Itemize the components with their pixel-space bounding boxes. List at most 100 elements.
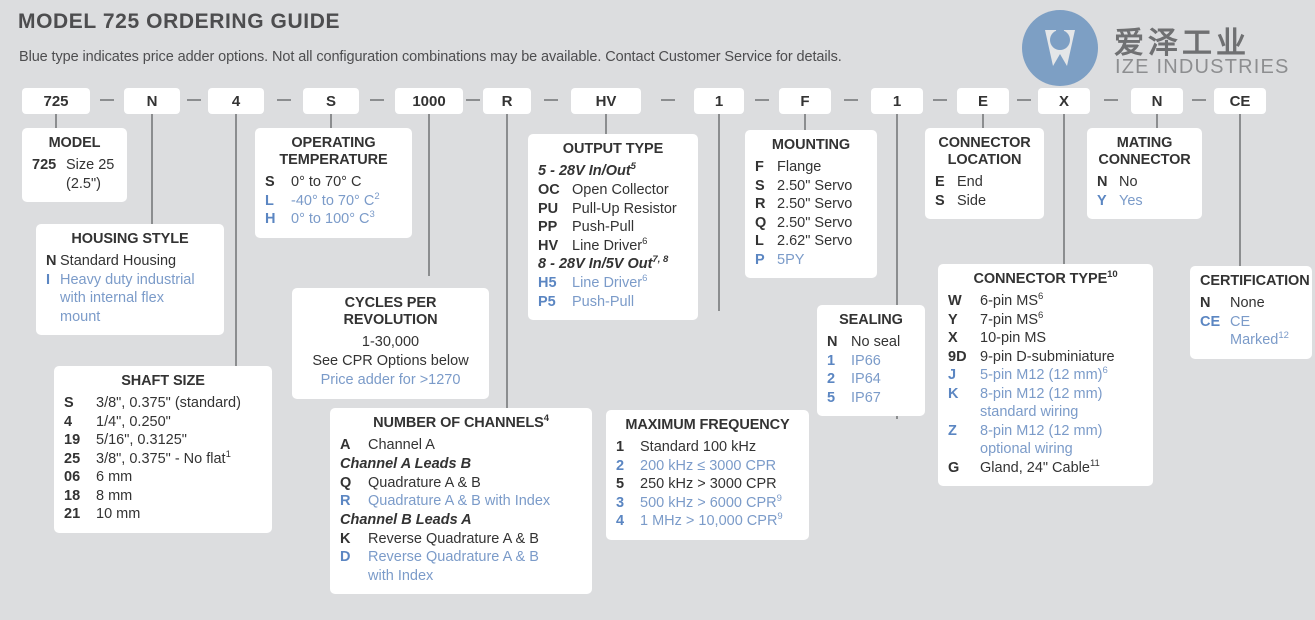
option-code: Y [948, 311, 958, 328]
option-row[interactable]: E End [935, 173, 1034, 192]
option-row[interactable]: 19 5/16", 0.3125" [64, 431, 262, 450]
option-row[interactable]: S 2.50" Servo [755, 177, 867, 196]
option-row[interactable]: Y 7-pin MS6 [948, 310, 1143, 330]
option-code: Z [948, 422, 957, 439]
part-code-hv[interactable]: HV [571, 88, 641, 114]
option-row[interactable]: S 3/8", 0.375" (standard) [64, 394, 262, 413]
option-label: Reverse Quadrature A & B [368, 549, 539, 565]
option-code: L [755, 233, 764, 249]
option-row[interactable]: PP Push-Pull [538, 218, 688, 237]
option-row[interactable]: N No [1097, 173, 1192, 192]
option-box-title: CONNECTOR LOCATION [938, 135, 1031, 168]
option-row[interactable]: P5 Push-Pull [538, 293, 688, 312]
option-row[interactable]: S 0° to 70° C [265, 173, 402, 192]
part-code-x[interactable]: X [1038, 88, 1090, 114]
option-row[interactable]: H 0° to 100° C3 [265, 210, 402, 229]
part-code-1[interactable]: 1 [694, 88, 744, 114]
part-code-separator [1191, 99, 1206, 101]
option-label: Standard 100 kHz [640, 439, 757, 455]
option-row[interactable]: R 2.50" Servo [755, 195, 867, 214]
option-row[interactable]: H5 Line Driver6 [538, 274, 688, 293]
option-row[interactable]: Q 2.50" Servo [755, 214, 867, 233]
part-code-n[interactable]: N [124, 88, 180, 114]
part-code-r[interactable]: R [483, 88, 531, 114]
part-code-f[interactable]: F [779, 88, 831, 114]
option-code: 1 [616, 439, 625, 455]
option-row[interactable]: CE CE Marked12 [1200, 313, 1302, 350]
option-code: 1 [827, 352, 836, 369]
logo-english-text: IZE INDUSTRIES [1115, 56, 1290, 78]
option-row[interactable]: 2 IP64 [827, 370, 915, 389]
option-row[interactable]: 4 1 MHz > 10,000 CPR9 [616, 512, 799, 531]
option-row[interactable]: N Standard Housing [46, 252, 214, 271]
option-row[interactable]: X 10-pin MS [948, 329, 1143, 348]
option-box-sealing: SEALING N No seal 1 IP66 2 IP64 5 IP67 [817, 305, 925, 416]
option-row[interactable]: D Reverse Quadrature A & B [340, 548, 582, 567]
option-row[interactable]: L 2.62" Servo [755, 232, 867, 251]
option-row[interactable]: Y Yes [1097, 192, 1192, 211]
option-row[interactable]: N None [1200, 294, 1302, 313]
option-row[interactable]: 725 Size 25 [32, 156, 117, 175]
option-row[interactable]: 2 200 kHz ≤ 3000 CPR [616, 457, 799, 476]
option-row[interactable]: OC Open Collector [538, 181, 688, 200]
option-row[interactable]: S Side [935, 192, 1034, 211]
option-box-title: SHAFT SIZE [121, 373, 205, 389]
option-row[interactable]: K 8-pin M12 (12 mm) [948, 385, 1143, 404]
option-row[interactable]: Q Quadrature A & B [340, 474, 582, 493]
option-row[interactable]: P 5PY [755, 251, 867, 270]
part-code-separator [933, 99, 947, 101]
option-row[interactable]: with Index [340, 567, 582, 586]
part-code-s[interactable]: S [303, 88, 359, 114]
option-row[interactable]: 5 250 kHz > 3000 CPR [616, 475, 799, 494]
option-box-certification: CERTIFICATION N None CE CE Marked12 [1190, 266, 1312, 359]
part-code-1000[interactable]: 1000 [395, 88, 463, 114]
option-row[interactable]: 21 10 mm [64, 505, 262, 524]
option-row[interactable]: with internal flex [46, 289, 214, 308]
option-box-mating-connector: MATING CONNECTOR N No Y Yes [1087, 128, 1202, 219]
option-row[interactable]: HV Line Driver6 [538, 236, 688, 256]
option-row[interactable]: K Reverse Quadrature A & B [340, 530, 582, 549]
option-row[interactable]: standard wiring [948, 403, 1143, 422]
option-code: J [948, 367, 957, 383]
option-code [340, 567, 368, 586]
option-label: 2.62" Servo [777, 233, 853, 249]
part-code-ce[interactable]: CE [1214, 88, 1266, 114]
option-row[interactable]: PU Pull-Up Resistor [538, 200, 688, 219]
option-row[interactable]: J 5-pin M12 (12 mm)6 [948, 366, 1143, 385]
option-row[interactable]: I Heavy duty industrial [46, 271, 214, 290]
option-label: standard wiring [980, 404, 1079, 420]
option-row[interactable]: mount [46, 308, 214, 327]
option-row[interactable]: 25 3/8", 0.375" - No flat1 [64, 449, 262, 469]
part-code-725[interactable]: 725 [22, 88, 90, 114]
option-row[interactable]: 1 IP66 [827, 352, 915, 371]
leader-line [235, 114, 237, 389]
option-row[interactable]: R Quadrature A & B with Index [340, 492, 582, 511]
option-label: Gland, 24" Cable11 [980, 457, 1100, 476]
option-row[interactable]: L -40° to 70° C2 [265, 191, 402, 211]
option-row[interactable]: 18 8 mm [64, 487, 262, 506]
option-row[interactable]: 1 Standard 100 kHz [616, 438, 799, 457]
option-row[interactable]: optional wiring [948, 440, 1143, 459]
option-row[interactable]: (2.5") [32, 175, 117, 194]
part-code-n[interactable]: N [1131, 88, 1183, 114]
option-row[interactable]: A Channel A [340, 436, 582, 455]
option-label: with internal flex [60, 290, 164, 306]
option-box-model: MODEL 725 Size 25 (2.5") [22, 128, 127, 202]
option-code: 06 [64, 469, 81, 485]
option-row[interactable]: W 6-pin MS6 [948, 292, 1143, 311]
option-row[interactable]: Z 8-pin M12 (12 mm) [948, 422, 1143, 441]
option-row[interactable]: 5 IP67 [827, 389, 915, 408]
option-label: Heavy duty industrial [60, 271, 195, 288]
part-code-1[interactable]: 1 [871, 88, 923, 114]
option-row[interactable]: N No seal [827, 333, 915, 352]
option-row[interactable]: G Gland, 24" Cable11 [948, 457, 1143, 478]
option-note: 1-30,000 [361, 334, 420, 350]
option-row[interactable]: 06 6 mm [64, 468, 262, 487]
ordering-guide-page: MODEL 725 ORDERING GUIDE Blue type indic… [0, 0, 1315, 620]
option-row[interactable]: 9D 9-pin D-subminiature [948, 348, 1143, 367]
option-row[interactable]: 4 1/4", 0.250" [64, 413, 262, 432]
option-row[interactable]: 3 500 kHz > 6000 CPR9 [616, 493, 799, 513]
part-code-e[interactable]: E [957, 88, 1009, 114]
option-row[interactable]: F Flange [755, 158, 867, 177]
part-code-4[interactable]: 4 [208, 88, 264, 114]
